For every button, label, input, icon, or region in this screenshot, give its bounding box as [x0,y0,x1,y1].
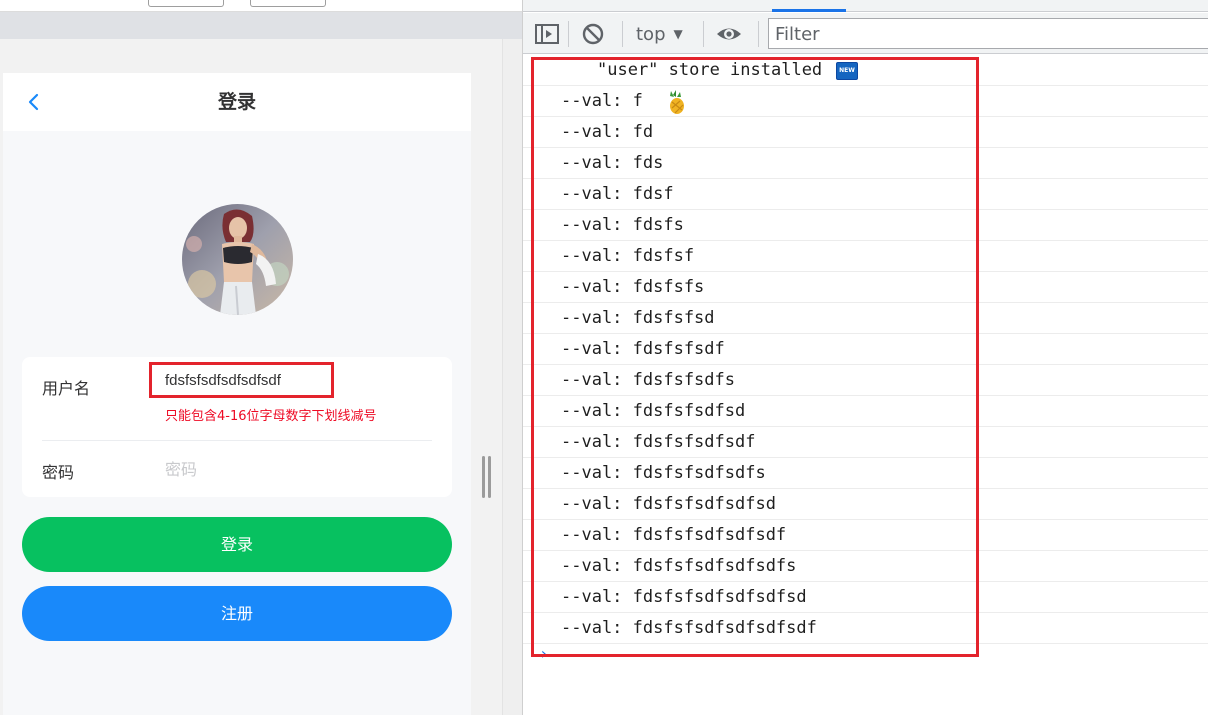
console-message-text: --val: fds [561,153,664,173]
console-output: "user" store installed NEW --val: f --va… [523,55,1208,715]
console-message-text: --val: fdsfs [561,215,684,235]
login-button[interactable]: 登录 [22,517,452,572]
console-message: --val: fdsfsfsdfsd [523,396,1208,427]
console-message: --val: f [523,86,1208,117]
toolbar-separator [568,21,569,47]
filter-input[interactable] [775,22,1195,46]
browser-control-stub[interactable] [148,0,224,7]
console-message: --val: fdsfsfsd [523,303,1208,334]
browser-control-stub[interactable] [250,0,326,7]
console-message-text: "user" store installed [597,60,823,80]
password-label: 密码 [42,463,75,482]
page-title: 登录 [217,91,256,113]
console-message-text: --val: fdsfsfsdfsd [561,401,746,421]
viewport-resize-gutter [502,39,522,715]
context-selector[interactable]: top ▼ [636,21,683,47]
console-message: --val: fdsfsf [523,241,1208,272]
device-toolbar [0,12,522,39]
phone-screen: 登录 用户名 fdsfsfsdfsdfsdfsdf 只能包含4-16位字母数字下… [3,73,471,715]
devtools-tab-bar [523,0,1208,12]
pineapple-icon [561,58,685,114]
sidebar-toggle-icon[interactable] [533,20,561,48]
console-message-text: --val: fdsfsfsdfsdf [561,432,756,452]
console-message: --val: fdsfsfs [523,272,1208,303]
toolbar-separator [758,21,759,47]
console-message-text: --val: fdsfsfsd [561,308,715,328]
chevron-left-icon[interactable] [23,90,45,114]
register-button[interactable]: 注册 [22,586,452,641]
nav-bar: 登录 [3,73,471,131]
username-error-message: 只能包含4-16位字母数字下划线减号 [165,409,377,424]
console-message-text: --val: fdsfsfsdfsdfsd [561,494,776,514]
username-label: 用户名 [42,379,91,398]
console-message-text: --val: fdsfsfsdfsdfsdfsdf [561,618,817,638]
console-message: "user" store installed NEW [523,55,1208,114]
console-message: --val: fdsfs [523,210,1208,241]
caret-down-icon: ▼ [673,27,683,41]
context-selector-value: top [636,24,666,45]
console-message-text: --val: fd [561,122,654,142]
console-toolbar: top ▼ [523,13,1208,54]
console-message: --val: fds [523,148,1208,179]
console-message: --val: fd [523,117,1208,148]
avatar [182,204,293,315]
console-message: --val: fdsf [523,179,1208,210]
console-message-text: --val: fdsfsfsdfs [561,370,735,390]
new-badge: NEW [836,62,858,80]
toolbar-separator [622,21,623,47]
console-message-text: --val: fdsfsfsdfsdfsdf [561,525,787,545]
toolbar-separator [703,21,704,47]
screen: 登录 用户名 fdsfsfsdfsdfsdfsdf 只能包含4-16位字母数字下… [0,0,1208,715]
console-message: --val: fdsfsfsdfsdfsd [523,489,1208,520]
console-message: --val: fdsfsfsdfsdfsdf [523,520,1208,551]
console-message: --val: fdsfsfsdf [523,334,1208,365]
console-prompt[interactable]: › [539,644,549,663]
console-message-text: --val: fdsfsfsdf [561,339,725,359]
console-message: --val: fdsfsfsdfsdfs [523,458,1208,489]
browser-top-bar [0,0,522,12]
login-form-card: 用户名 fdsfsfsdfsdfsdfsdf 只能包含4-16位字母数字下划线减… [22,357,452,497]
console-message-text: --val: fdsfsfsdfsdfs [561,463,766,483]
console-message-text: --val: f [561,91,643,111]
live-expression-eye-icon[interactable] [715,20,743,48]
tab-console-active-indicator[interactable] [772,9,846,12]
mobile-preview-pane: 登录 用户名 fdsfsfsdfsdfsdfsdf 只能包含4-16位字母数字下… [0,0,522,715]
filter-box [768,18,1208,49]
password-field[interactable] [165,457,425,481]
field-divider [42,440,432,441]
devtools-panel: top ▼ Filter "user" store installed NEW … [522,0,1208,715]
username-field[interactable]: fdsfsfsdfsdfsdfsdf [165,372,281,389]
console-message-text: --val: fdsfsfs [561,277,705,297]
console-message-text: --val: fdsfsfsdfsdfsdfsd [561,587,807,607]
console-message: --val: fdsfsfsdfsdfsdfsdf [523,613,1208,644]
clear-console-icon[interactable] [579,20,607,48]
console-message-text: --val: fdsf [561,184,674,204]
resize-handle[interactable] [481,456,493,498]
console-message: --val: fdsfsfsdfs [523,365,1208,396]
console-message: --val: fdsfsfsdfsdf [523,427,1208,458]
console-message-text: --val: fdsfsfsdfsdfsdfs [561,556,797,576]
console-message: --val: fdsfsfsdfsdfsdfs [523,551,1208,582]
console-message-text: --val: fdsfsf [561,246,695,266]
console-message: --val: fdsfsfsdfsdfsdfsd [523,582,1208,613]
